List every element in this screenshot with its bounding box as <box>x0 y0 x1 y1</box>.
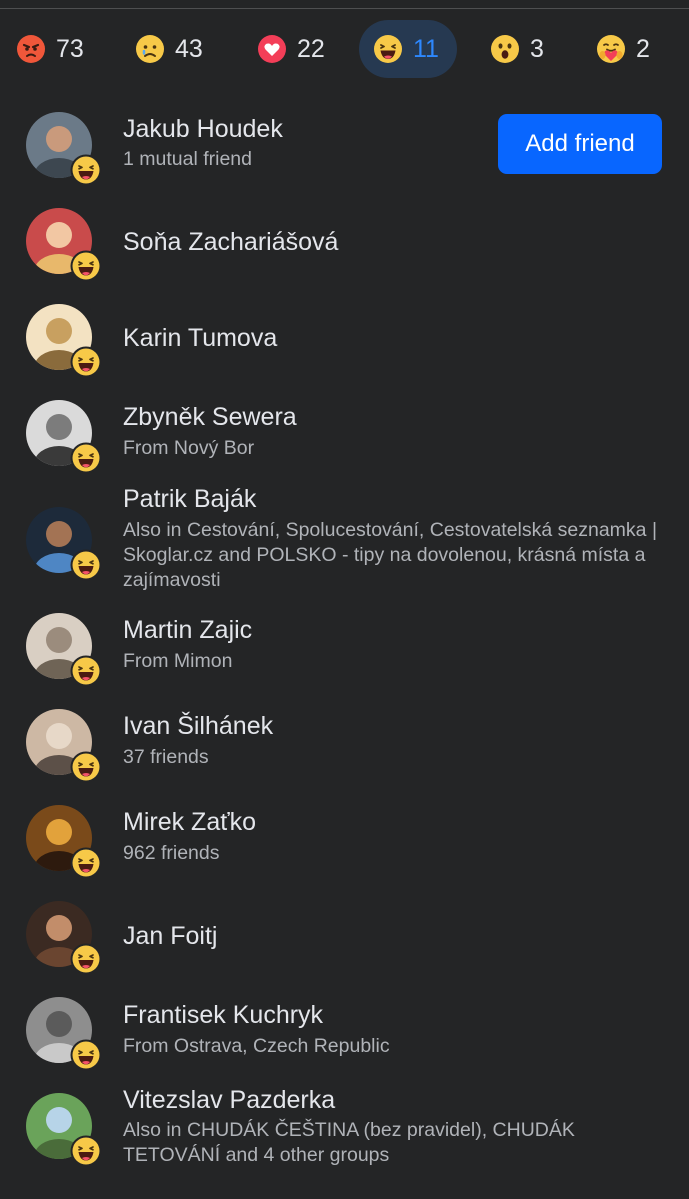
haha-reaction-badge-icon <box>70 346 102 378</box>
person-name[interactable]: Soňa Zachariášová <box>123 228 338 257</box>
person-name[interactable]: Frantisek Kuchryk <box>123 1001 323 1030</box>
person-subtitle: From Ostrava, Czech Republic <box>123 1035 390 1057</box>
tab-haha[interactable]: 11 <box>359 20 457 78</box>
haha-reaction-badge-icon <box>70 154 102 186</box>
haha-reaction-badge-icon <box>70 549 102 581</box>
tab-haha-count: 11 <box>413 34 439 63</box>
person-name[interactable]: Martin Zajic <box>123 616 252 645</box>
love-heart-icon <box>257 34 287 64</box>
person-subtitle: Also in Cestování, Spolucestování, Cesto… <box>123 519 658 591</box>
tab-sad-count: 43 <box>175 34 203 63</box>
person-subtitle: From Nový Bor <box>123 437 255 459</box>
haha-reaction-badge-icon <box>70 655 102 687</box>
person-name[interactable]: Ivan Šilhánek <box>123 712 273 741</box>
tab-angry[interactable]: 73 <box>2 20 98 78</box>
tab-wow-count: 3 <box>530 34 544 63</box>
person-name[interactable]: Patrik Baják <box>123 485 256 514</box>
tab-wow[interactable]: 3 <box>476 20 558 78</box>
person-subtitle: 1 mutual friend <box>123 148 252 170</box>
tab-sad[interactable]: 43 <box>121 20 217 78</box>
tab-care-count: 2 <box>636 34 650 63</box>
person-name[interactable]: Jan Foitj <box>123 922 217 951</box>
person-subtitle: From Mimon <box>123 650 233 672</box>
person-subtitle: 37 friends <box>123 746 209 768</box>
angry-emoji-icon <box>16 34 46 64</box>
haha-reaction-badge-icon <box>70 1039 102 1071</box>
tab-angry-count: 73 <box>56 34 84 63</box>
person-name[interactable]: Mirek Zaťko <box>123 808 256 837</box>
tab-love[interactable]: 22 <box>243 20 339 78</box>
care-emoji-icon <box>596 34 626 64</box>
person-name[interactable]: Jakub Houdek <box>123 115 283 144</box>
person-name[interactable]: Zbyněk Sewera <box>123 403 297 432</box>
person-name[interactable]: Karin Tumova <box>123 324 277 353</box>
haha-reaction-badge-icon <box>70 250 102 282</box>
person-name[interactable]: Vitezslav Pazderka <box>123 1086 335 1115</box>
haha-reaction-badge-icon <box>70 847 102 879</box>
reaction-tabs: 73 43 22 11 3 2 <box>0 18 689 80</box>
wow-emoji-icon <box>490 34 520 64</box>
haha-reaction-badge-icon <box>70 442 102 474</box>
haha-reaction-badge-icon <box>70 943 102 975</box>
haha-reaction-badge-icon <box>70 751 102 783</box>
person-subtitle: Also in CHUDÁK ČEŠTINA (bez pravidel), C… <box>123 1119 575 1166</box>
haha-emoji-icon <box>373 34 403 64</box>
sad-emoji-icon <box>135 34 165 64</box>
person-subtitle: 962 friends <box>123 842 220 864</box>
haha-reaction-badge-icon <box>70 1135 102 1167</box>
tab-care[interactable]: 2 <box>582 20 664 78</box>
top-divider <box>0 8 689 9</box>
tab-love-count: 22 <box>297 34 325 63</box>
